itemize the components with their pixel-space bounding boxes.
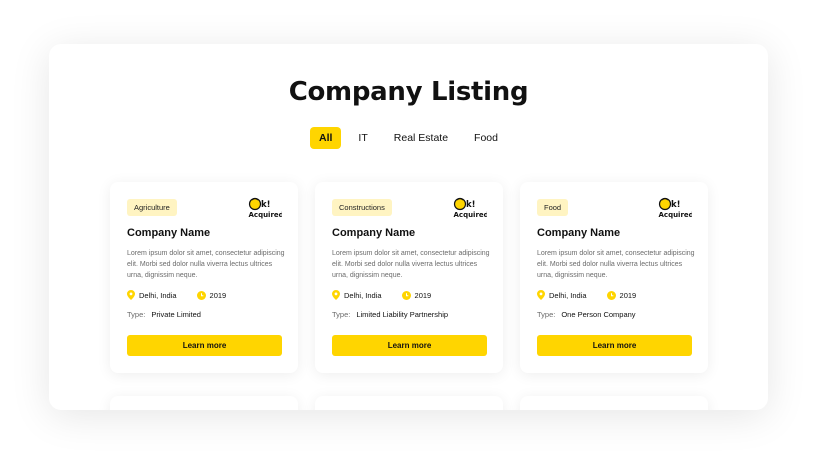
year-text: 2019 xyxy=(619,290,637,300)
location: Delhi, India xyxy=(332,290,382,300)
tab-food[interactable]: Food xyxy=(465,127,507,149)
ok-acquired-logo: k! Acquired xyxy=(248,197,282,219)
logo-text-top: k! xyxy=(261,200,271,210)
logo-text-top: k! xyxy=(671,200,681,210)
company-card: Food k! Acquired Company Name Lorem ipsu… xyxy=(520,182,708,373)
location-pin-icon xyxy=(537,290,545,300)
company-cards: Agriculture k! Acquired Company Name Lor… xyxy=(110,182,708,373)
location-pin-icon xyxy=(332,290,340,300)
company-meta: Delhi, India 2019 xyxy=(332,290,431,300)
location: Delhi, India xyxy=(127,290,177,300)
location-pin-icon xyxy=(127,290,135,300)
location-text: Delhi, India xyxy=(139,290,177,300)
learn-more-button[interactable]: Learn more xyxy=(332,335,487,356)
learn-more-button[interactable]: Learn more xyxy=(537,335,692,356)
company-name: Company Name xyxy=(537,227,621,239)
company-listing-panel: Company Listing All IT Real Estate Food … xyxy=(49,44,768,410)
company-card-partial xyxy=(520,396,708,410)
next-row-cards xyxy=(110,396,708,410)
logo-text-top: k! xyxy=(466,200,476,210)
ok-acquired-logo: k! Acquired xyxy=(453,197,487,219)
logo-text-bottom: Acquired xyxy=(454,211,488,219)
calendar-icon xyxy=(196,290,206,300)
calendar-icon xyxy=(606,290,616,300)
company-card: Constructions k! Acquired Company Name L… xyxy=(315,182,503,373)
category-tag: Agriculture xyxy=(127,199,177,216)
year-text: 2019 xyxy=(209,290,227,300)
company-meta: Delhi, India 2019 xyxy=(537,290,636,300)
company-type: Type: One Person Company xyxy=(537,310,636,319)
category-tag: Food xyxy=(537,199,569,216)
company-card-partial xyxy=(315,396,503,410)
company-card-partial xyxy=(110,396,298,410)
type-value: One Person Company xyxy=(561,310,636,319)
calendar-icon xyxy=(401,290,411,300)
location-text: Delhi, India xyxy=(344,290,382,300)
type-value: Limited Liability Partnership xyxy=(356,310,449,319)
type-label: Type: xyxy=(332,310,351,319)
year: 2019 xyxy=(196,290,227,300)
type-value: Private Limited xyxy=(151,310,201,319)
company-description: Lorem ipsum dolor sit amet, consectetur … xyxy=(127,250,285,279)
company-name: Company Name xyxy=(332,227,416,239)
logo-text-bottom: Acquired xyxy=(249,211,283,219)
category-tag: Constructions xyxy=(332,199,392,216)
ok-acquired-logo: k! Acquired xyxy=(658,197,692,219)
year: 2019 xyxy=(606,290,637,300)
page-title: Company Listing xyxy=(288,77,529,107)
company-description: Lorem ipsum dolor sit amet, consectetur … xyxy=(537,250,695,279)
company-description: Lorem ipsum dolor sit amet, consectetur … xyxy=(332,250,490,279)
company-type: Type: Limited Liability Partnership xyxy=(332,310,448,319)
location: Delhi, India xyxy=(537,290,587,300)
location-text: Delhi, India xyxy=(549,290,587,300)
company-type: Type: Private Limited xyxy=(127,310,201,319)
company-card: Agriculture k! Acquired Company Name Lor… xyxy=(110,182,298,373)
tab-all[interactable]: All xyxy=(310,127,342,149)
learn-more-button[interactable]: Learn more xyxy=(127,335,282,356)
tab-it[interactable]: IT xyxy=(349,127,376,149)
company-meta: Delhi, India 2019 xyxy=(127,290,226,300)
year: 2019 xyxy=(401,290,432,300)
logo-text-bottom: Acquired xyxy=(659,211,693,219)
type-label: Type: xyxy=(537,310,556,319)
tab-real-estate[interactable]: Real Estate xyxy=(385,127,457,149)
type-label: Type: xyxy=(127,310,146,319)
company-name: Company Name xyxy=(127,227,211,239)
year-text: 2019 xyxy=(414,290,432,300)
filter-tabs: All IT Real Estate Food xyxy=(49,127,768,149)
